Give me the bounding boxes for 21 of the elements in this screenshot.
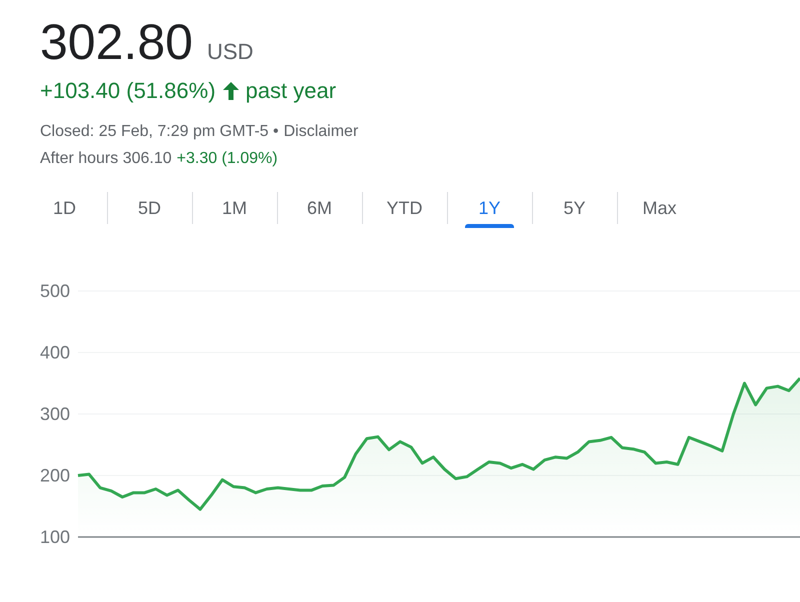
after-hours-change: +3.30 (1.09%) — [176, 149, 278, 169]
range-tab[interactable]: YTD — [362, 188, 447, 228]
range-tab[interactable]: 1Y — [447, 188, 532, 228]
range-tab[interactable]: Max — [617, 188, 702, 228]
range-tab[interactable]: 5Y — [532, 188, 617, 228]
y-axis-label: 200 — [40, 466, 70, 486]
currency-label: USD — [206, 39, 254, 65]
disclaimer-link[interactable]: Disclaimer — [284, 118, 358, 145]
range-tab[interactable]: 6M — [277, 188, 362, 228]
y-axis-label: 100 — [40, 527, 70, 547]
y-axis-label: 500 — [40, 281, 70, 301]
y-axis-label: 300 — [40, 404, 70, 424]
after-hours-price: After hours 306.10 — [40, 149, 172, 169]
period-label: past year — [246, 78, 336, 104]
price-change: +103.40 (51.86%) — [40, 78, 216, 104]
range-tab[interactable]: 5D — [107, 188, 192, 228]
range-tab[interactable]: 1M — [192, 188, 277, 228]
y-axis-label: 400 — [40, 342, 70, 362]
stock-price: 302.80 — [40, 13, 193, 72]
range-tab[interactable]: 1D — [22, 188, 107, 228]
closed-time: Closed: 25 Feb, 7:29 pm GMT-5 • — [40, 122, 279, 142]
